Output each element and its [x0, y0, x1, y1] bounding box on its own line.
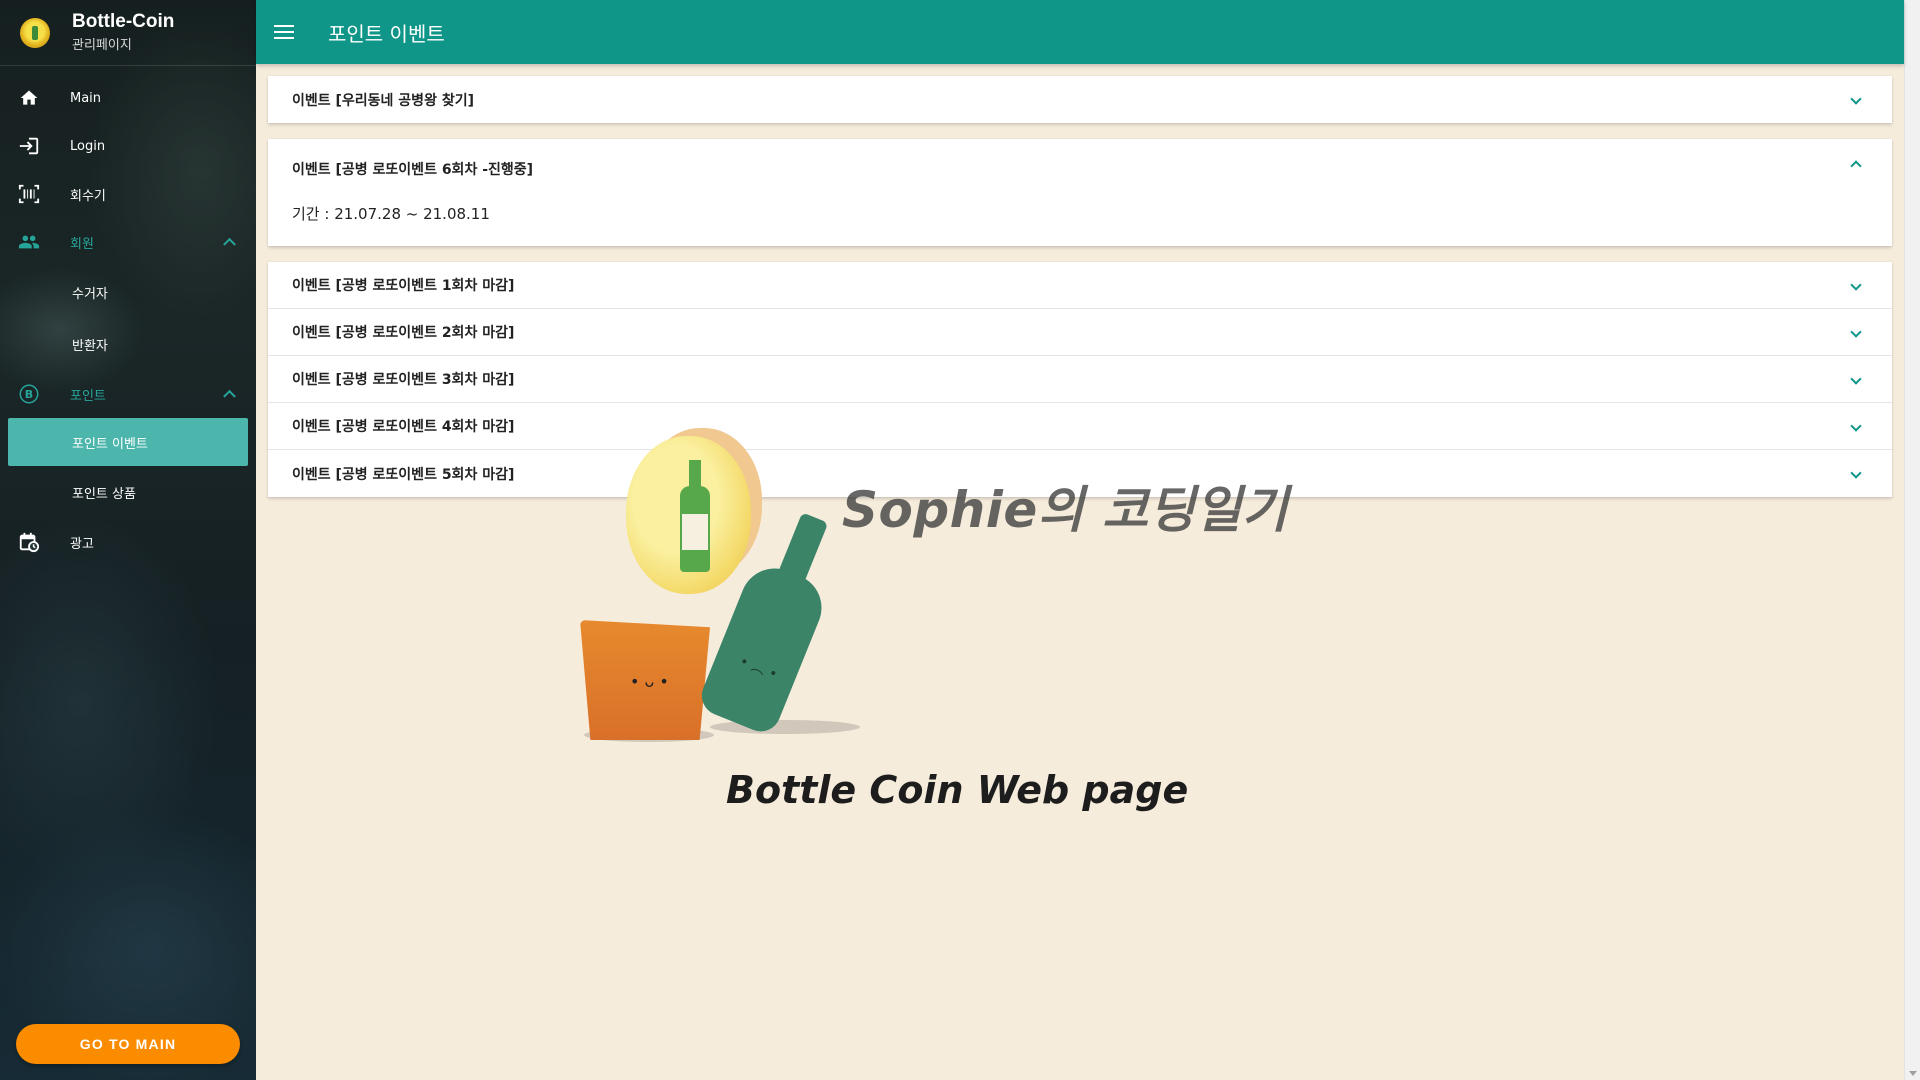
- sidebar-item-returners[interactable]: 반환자: [0, 318, 256, 370]
- go-to-main-button[interactable]: GO TO MAIN: [16, 1024, 240, 1064]
- event-title: 이벤트 [우리동네 공병왕 찾기]: [292, 92, 474, 109]
- brand-subtitle: 관리페이지: [72, 38, 132, 53]
- event-panel-header[interactable]: 이벤트 [공병 로또이벤트 6회차 -진행중]: [268, 139, 1892, 199]
- people-icon: [18, 231, 40, 253]
- chevron-down-icon: [1850, 93, 1862, 105]
- chevron-down-icon: [1850, 326, 1862, 338]
- list-item: 이벤트 [공병 로또이벤트 3회차 마감]: [268, 356, 1892, 403]
- page-title: 포인트 이벤트: [328, 21, 445, 46]
- app-bar: 포인트 이벤트: [256, 0, 1904, 64]
- calendar-icon: [18, 531, 40, 553]
- event-title: 이벤트 [공병 로또이벤트 6회차 -진행중]: [292, 162, 534, 178]
- sidebar-item-label: Main: [70, 90, 102, 106]
- chevron-up-icon: [223, 237, 236, 251]
- list-item: 이벤트 [공병 로또이벤트 2회차 마감]: [268, 309, 1892, 356]
- chevron-down-icon: [1850, 420, 1862, 432]
- list-item: 이벤트 [공병 로또이벤트 1회차 마감]: [268, 262, 1892, 309]
- sidebar-item-point-events[interactable]: 포인트 이벤트: [8, 418, 248, 466]
- watermark: • ᴗ • • ︵ • Sophie의 코딩일기 Bottle Coin Web…: [560, 410, 1320, 830]
- sidebar-item-main[interactable]: Main: [0, 74, 256, 122]
- event-title: 이벤트 [공병 로또이벤트 4회차 마감]: [292, 419, 515, 435]
- chevron-down-icon: [1850, 467, 1862, 479]
- event-period: 기간 : 21.07.28 ~ 21.08.11: [292, 205, 490, 223]
- coin-illustration: [622, 424, 762, 594]
- menu-icon[interactable]: [274, 25, 294, 39]
- login-icon: [18, 135, 40, 157]
- chevron-down-icon: [1850, 373, 1862, 385]
- page-scrollbar[interactable]: [1904, 0, 1920, 1080]
- watermark-subtitle: Bottle Coin Web page: [726, 768, 1189, 812]
- brand-logo: [20, 17, 50, 48]
- sidebar-item-collector-users[interactable]: 수거자: [0, 266, 256, 318]
- sidebar-nav: Main Login 회수기 회원 수거자 반환자 B 포인트 포인트 이벤트 …: [0, 66, 256, 566]
- chevron-up-icon: [223, 389, 236, 403]
- scroll-down-arrow-icon[interactable]: [1909, 1071, 1917, 1076]
- brand-title: Bottle-Coin: [72, 11, 175, 32]
- event-title: 이벤트 [공병 로또이벤트 5회차 마감]: [292, 466, 515, 483]
- event-panel-header[interactable]: 이벤트 [공병 로또이벤트 1회차 마감]: [268, 262, 1892, 309]
- brand: Bottle-Coin 관리페이지: [0, 0, 256, 66]
- event-panel: 이벤트 [우리동네 공병왕 찾기]: [268, 76, 1892, 123]
- svg-text:B: B: [25, 388, 33, 401]
- sidebar-item-collector[interactable]: 회수기: [0, 170, 256, 218]
- event-panel-expanded: 이벤트 [공병 로또이벤트 6회차 -진행중] 기간 : 21.07.28 ~ …: [268, 139, 1892, 246]
- watermark-title: Sophie의 코딩일기: [842, 481, 1289, 539]
- home-icon: [18, 87, 40, 109]
- sidebar-item-point-products[interactable]: 포인트 상품: [0, 466, 256, 518]
- chevron-down-icon: [1850, 279, 1862, 291]
- sidebar-item-ads[interactable]: 광고: [0, 518, 256, 566]
- chevron-up-icon: [1850, 160, 1862, 172]
- event-title: 이벤트 [공병 로또이벤트 2회차 마감]: [292, 325, 515, 341]
- event-title: 이벤트 [공병 로또이벤트 3회차 마감]: [292, 372, 515, 388]
- sidebar-item-label: Login: [70, 138, 106, 154]
- sidebar-group-label: 회원: [70, 236, 94, 252]
- barcode-icon: [18, 183, 40, 205]
- sidebar-group-members[interactable]: 회원: [0, 218, 256, 266]
- sidebar: Bottle-Coin 관리페이지 Main Login 회수기 회원 수거자 …: [0, 0, 256, 1080]
- event-panel-header[interactable]: 이벤트 [우리동네 공병왕 찾기]: [268, 76, 1892, 123]
- sidebar-group-label: 포인트: [70, 388, 106, 404]
- sidebar-item-label: 회수기: [70, 188, 106, 204]
- sidebar-group-points[interactable]: B 포인트: [0, 370, 256, 418]
- sidebar-item-label: 광고: [70, 536, 94, 552]
- event-panel-header[interactable]: 이벤트 [공병 로또이벤트 2회차 마감]: [268, 309, 1892, 356]
- event-panel-header[interactable]: 이벤트 [공병 로또이벤트 3회차 마감]: [268, 356, 1892, 403]
- bitcoin-icon: B: [18, 383, 40, 405]
- event-title: 이벤트 [공병 로또이벤트 1회차 마감]: [292, 278, 515, 294]
- sidebar-item-login[interactable]: Login: [0, 122, 256, 170]
